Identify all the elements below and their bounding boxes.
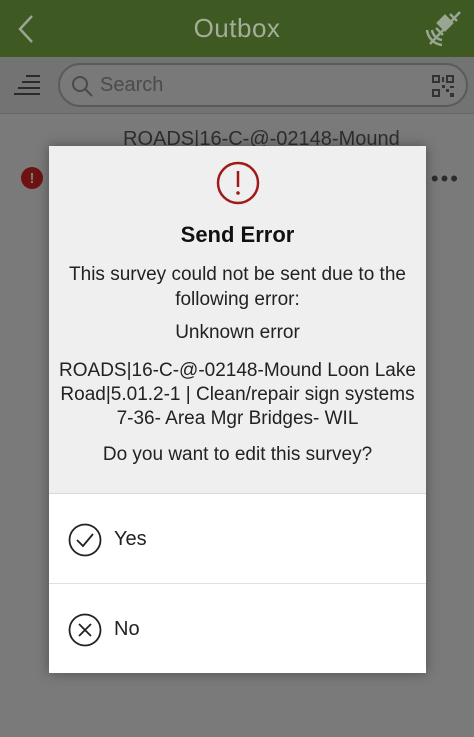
satellite-icon [425,11,461,47]
alert-circle-icon [216,161,260,205]
search-field[interactable] [58,63,468,107]
search-input[interactable] [100,71,420,99]
check-circle-icon [68,523,102,557]
yes-option[interactable]: Yes [49,494,426,584]
page-title: Outbox [193,13,281,43]
dialog-options: Yes No [49,493,426,673]
no-option[interactable]: No [49,584,426,674]
no-label: No [114,618,140,640]
error-status-icon: ! [21,167,43,189]
search-icon [72,76,93,97]
search-bar [0,57,474,114]
dialog-question: Do you want to edit this survey? [102,444,373,465]
send-error-dialog: Send Error This survey could not be sent… [49,146,426,673]
error-text: Unknown error [175,322,300,343]
survey-detail: ROADS|16-C-@-02148-Mound Loon Lake Road|… [59,360,416,429]
qr-scan-button[interactable] [432,75,454,97]
more-options-icon[interactable]: ••• [431,166,460,192]
location-button[interactable] [424,8,464,48]
app-header: Outbox [0,0,474,57]
x-circle-icon [68,613,102,647]
sort-button[interactable] [14,72,44,100]
yes-label: Yes [114,528,147,550]
back-button[interactable] [12,12,42,46]
chevron-left-icon [18,15,33,43]
dialog-title: Send Error [180,222,295,247]
qr-code-icon [432,75,454,97]
outbox-screen: Outbox Search ! ROADS|16-C-@-02148-Mound… [0,0,474,737]
sort-icon [14,75,40,95]
dialog-message: This survey could not be sent due to the… [69,264,406,310]
